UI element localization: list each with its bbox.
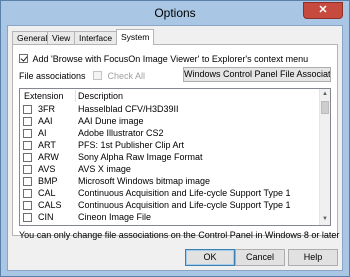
list-item[interactable]: AAI AAI Dune image (20, 115, 320, 127)
list-item[interactable]: 3FR Hasselblad CFV/H3D39II (20, 103, 320, 115)
column-header-extension[interactable]: Extension (24, 91, 64, 101)
extension-cell: ARW (38, 152, 59, 162)
control-panel-association-button[interactable]: Windows Control Panel File Association..… (183, 67, 331, 82)
description-cell: AAI Dune image (78, 116, 144, 126)
options-window: Options ✕ General View Interface System … (0, 0, 350, 277)
windows8-note: You can only change file associations on… (19, 230, 340, 240)
association-checkbox[interactable] (23, 188, 32, 198)
tab-interface[interactable]: Interface (74, 31, 118, 44)
extension-cell: ART (38, 140, 56, 150)
list-item[interactable]: BMP Microsoft Windows bitmap image (20, 175, 320, 187)
check-all-option[interactable]: Check All (93, 70, 145, 81)
column-divider[interactable] (75, 90, 76, 102)
context-menu-label: Add 'Browse with FocusOn Image Viewer' t… (32, 53, 309, 64)
list-body: 3FR Hasselblad CFV/H3D39II AAI AAI Dune ima… (20, 103, 320, 223)
column-header-description[interactable]: Description (78, 91, 123, 101)
file-association-list: Extension Description 3FR Hasselblad CFV/… (19, 88, 331, 226)
list-header: Extension Description (20, 89, 320, 103)
list-item[interactable]: CIN Cineon Image File (20, 211, 320, 223)
list-item[interactable]: ARW Sony Alpha Raw Image Format (20, 151, 320, 163)
list-item[interactable]: AVS AVS X image (20, 163, 320, 175)
association-checkbox[interactable] (23, 164, 32, 174)
description-cell: Continuous Acquisition and Life-cycle Su… (78, 200, 291, 210)
association-checkbox[interactable] (23, 140, 32, 150)
association-checkbox[interactable] (23, 152, 32, 162)
description-cell: Continuous Acquisition and Life-cycle Su… (78, 188, 291, 198)
scroll-up-icon[interactable]: ▲ (320, 89, 330, 100)
system-tab-panel: Add 'Browse with FocusOn Image Viewer' t… (12, 44, 339, 240)
help-button[interactable]: Help (288, 249, 338, 266)
close-icon: ✕ (318, 4, 328, 16)
association-checkbox[interactable] (23, 128, 32, 138)
context-menu-option[interactable]: Add 'Browse with FocusOn Image Viewer' t… (19, 53, 308, 64)
ok-button[interactable]: OK (185, 249, 235, 266)
extension-cell: BMP (38, 176, 58, 186)
tab-view[interactable]: View (47, 31, 75, 44)
tab-general[interactable]: General (12, 31, 48, 44)
context-menu-checkbox[interactable] (19, 54, 28, 64)
extension-cell: CALS (38, 200, 62, 210)
dialog-body: General View Interface System Add 'Brows… (7, 25, 343, 271)
association-checkbox[interactable] (23, 200, 32, 210)
check-all-checkbox[interactable] (93, 71, 102, 81)
close-button[interactable]: ✕ (303, 2, 343, 19)
extension-cell: AI (38, 128, 47, 138)
list-item[interactable]: CALS Continuous Acquisition and Life-cycl… (20, 199, 320, 211)
description-cell: AVS X image (78, 164, 131, 174)
extension-cell: CAL (38, 188, 56, 198)
window-title: Options (154, 6, 196, 20)
description-cell: PFS: 1st Publisher Clip Art (78, 140, 185, 150)
check-all-label: Check All (107, 70, 146, 81)
association-checkbox[interactable] (23, 212, 32, 222)
list-item[interactable]: ART PFS: 1st Publisher Clip Art (20, 139, 320, 151)
list-scrollbar[interactable]: ▲ ▼ (319, 89, 330, 225)
extension-cell: AVS (38, 164, 56, 174)
cancel-button[interactable]: Cancel (235, 249, 285, 266)
description-cell: Cineon Image File (78, 212, 152, 222)
scroll-down-icon[interactable]: ▼ (320, 214, 330, 225)
title-bar[interactable]: Options ✕ (1, 1, 349, 25)
file-associations-label: File associations (19, 71, 86, 81)
description-cell: Sony Alpha Raw Image Format (78, 152, 203, 162)
association-checkbox[interactable] (23, 116, 32, 126)
description-cell: Microsoft Windows bitmap image (78, 176, 211, 186)
scroll-thumb[interactable] (321, 101, 329, 114)
association-checkbox[interactable] (23, 176, 32, 186)
extension-cell: CIN (38, 212, 54, 222)
extension-cell: AAI (38, 116, 53, 126)
extension-cell: 3FR (38, 104, 56, 114)
list-item[interactable]: CAL Continuous Acquisition and Life-cycle… (20, 187, 320, 199)
tab-system[interactable]: System (116, 29, 154, 45)
description-cell: Adobe Illustrator CS2 (78, 128, 164, 138)
list-item[interactable]: AI Adobe Illustrator CS2 (20, 127, 320, 139)
description-cell: Hasselblad CFV/H3D39II (78, 104, 179, 114)
association-checkbox[interactable] (23, 104, 32, 114)
